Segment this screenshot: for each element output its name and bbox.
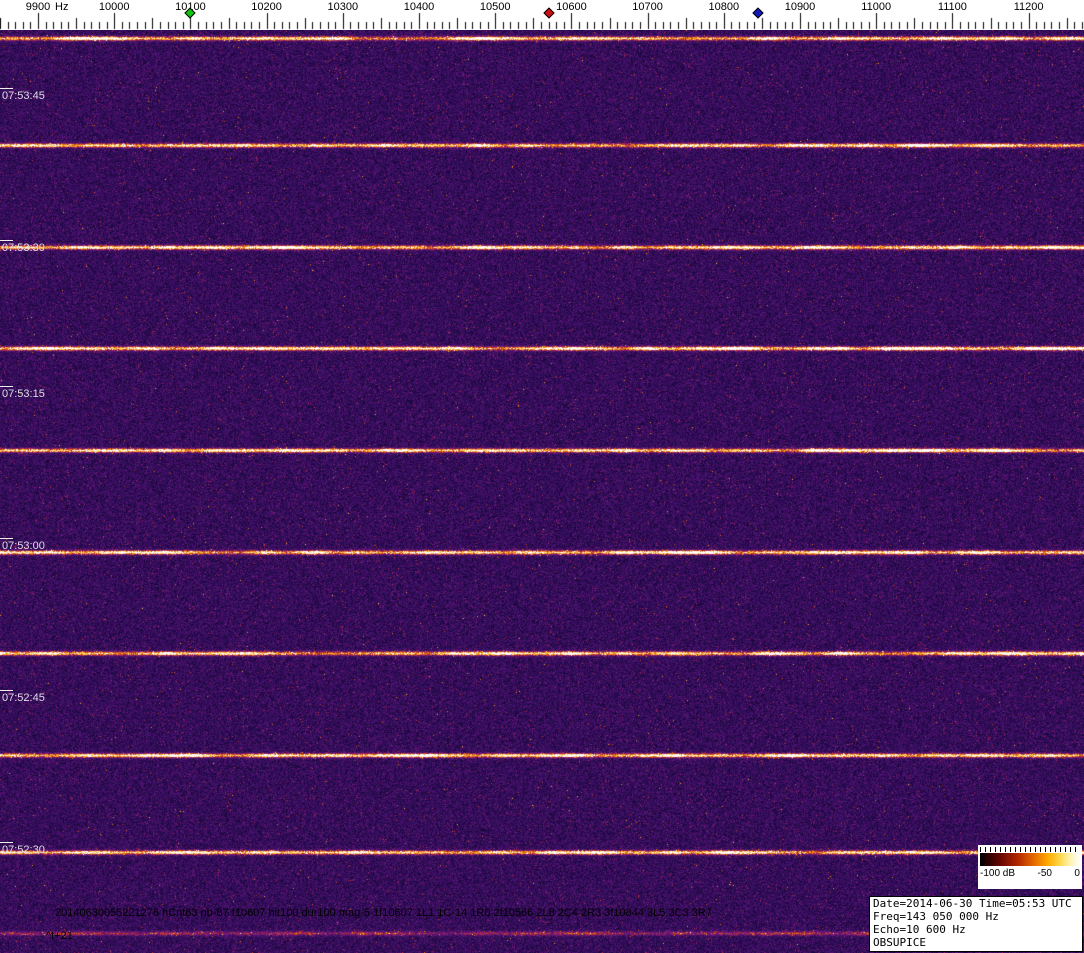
freq-tick-label: 11100 [938,1,967,13]
time-tick-mark [0,88,13,89]
colorbar-mid-label: -50 [1038,868,1052,879]
freq-tick-label: 10500 [480,1,511,13]
info-echo-line: Echo=10 600 Hz [873,923,1079,936]
colorbar: -100 dB -50 0 [978,845,1082,889]
station-info-box: Date=2014-06-30 Time=05:53 UTC Freq=143 … [869,896,1083,952]
freq-tick-label: 10400 [404,1,435,13]
freq-tick-label: 10900 [785,1,816,13]
freq-tick-label: 10700 [632,1,663,13]
freq-tick-label: 9900 [26,1,50,13]
detection-annotation: 20140630055221276 hCnt63 nb-87 f10607 hi… [55,907,712,919]
freq-tick-label: 11000 [861,1,891,13]
freq-unit-label: Hz [55,1,68,13]
frequency-ruler: 9900Hz1000010100102001030010400105001060… [0,0,1084,30]
time-tick-label: 07:52:45 [2,692,45,705]
cursor-annotation: ^t+21 [46,930,73,942]
colorbar-labels: -100 dB -50 0 [980,868,1080,879]
colorbar-min-label: -100 dB [980,868,1015,879]
info-freq-line: Freq=143 050 000 Hz [873,910,1079,923]
time-tick-label: 07:53:45 [2,90,45,103]
time-tick-mark [0,538,13,539]
colorbar-max-label: 0 [1074,868,1080,879]
spectrogram-canvas [0,30,1084,953]
time-tick-mark [0,690,13,691]
time-tick-label: 07:53:15 [2,388,45,401]
info-station-line: OBSUPICE [873,936,1079,949]
info-date-line: Date=2014-06-30 Time=05:53 UTC [873,897,1079,910]
freq-tick-label: 10000 [99,1,130,13]
colorbar-gradient [980,853,1080,866]
time-tick-mark [0,386,13,387]
freq-tick-label: 10300 [328,1,359,13]
time-tick-label: 07:53:00 [2,540,45,553]
spectrogram-app: 9900Hz1000010100102001030010400105001060… [0,0,1084,953]
time-tick-mark [0,842,13,843]
time-tick-mark [0,240,13,241]
time-tick-label: 07:53:30 [2,242,45,255]
ruler-ticks-canvas [0,0,1084,30]
colorbar-ticks [980,847,1080,852]
freq-tick-label: 11200 [1014,1,1044,13]
freq-tick-label: 10200 [251,1,282,13]
time-tick-label: 07:52:30 [2,844,45,857]
freq-tick-label: 10800 [709,1,740,13]
freq-tick-label: 10600 [556,1,587,13]
